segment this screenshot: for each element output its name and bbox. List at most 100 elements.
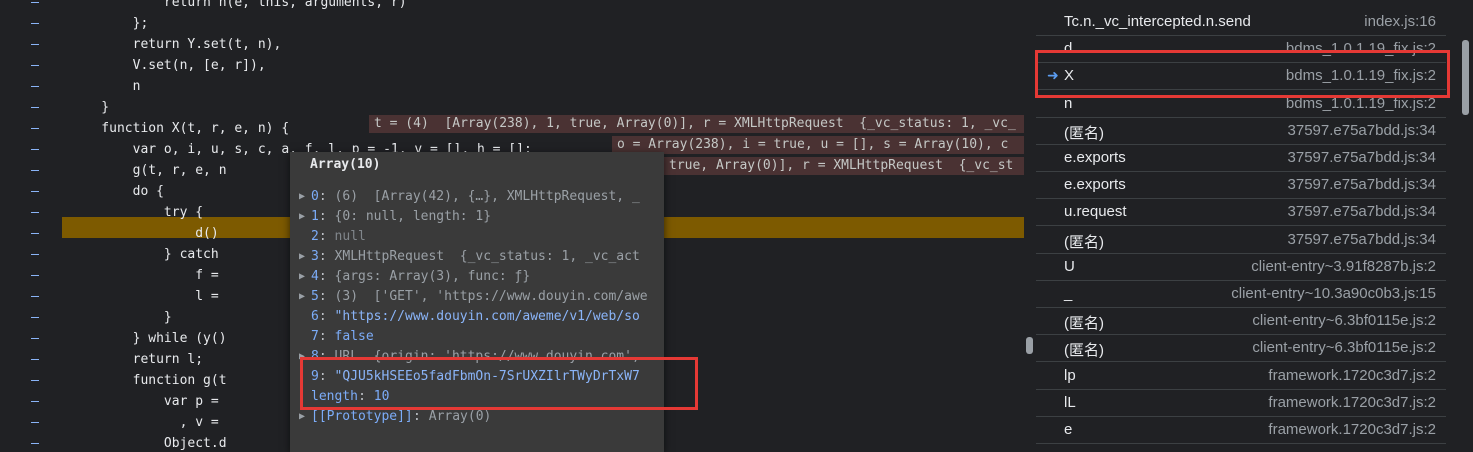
inline-value-x-vars: o = Array(238), i = true, u = [], s = Ar…	[612, 136, 1024, 154]
gutter-marker[interactable]	[31, 233, 39, 234]
gutter-marker[interactable]	[31, 359, 39, 360]
gutter-marker[interactable]	[31, 191, 39, 192]
call-frame-6[interactable]: e.exports 37597.e75a7bdd.js:34	[1036, 171, 1446, 199]
frame-location-link[interactable]: index.js:16	[1364, 13, 1436, 30]
expand-triangle-icon[interactable]: ▶	[299, 287, 305, 307]
call-frame-0[interactable]: Tc.n._vc_intercepted.n.send index.js:16	[1036, 8, 1446, 36]
frame-location-link[interactable]: framework.1720c3d7.js:2	[1268, 421, 1436, 438]
expand-triangle-icon[interactable]: ▶	[299, 187, 305, 207]
code-line: l =	[70, 289, 219, 304]
code-line: };	[70, 16, 149, 31]
popover-row-3[interactable]: ▶ 3: XMLHttpRequest {_vc_status: 1, _vc_ac…	[290, 247, 662, 267]
code-line: n	[70, 79, 141, 94]
property-colon: :	[318, 269, 327, 284]
call-frame-12[interactable]: (匿名) client-entry~6.3bf0115e.js:2	[1036, 334, 1446, 362]
property-value: XMLHttpRequest {_vc_status: 1, _vc_act	[334, 249, 640, 264]
call-frame-14[interactable]: lL framework.1720c3d7.js:2	[1036, 389, 1446, 417]
gutter-marker[interactable]	[31, 149, 39, 150]
frame-function-name: lp	[1064, 367, 1076, 384]
gutter-marker[interactable]	[31, 86, 39, 87]
call-frame-8[interactable]: (匿名) 37597.e75a7bdd.js:34	[1036, 226, 1446, 254]
code-line: function g(t	[70, 373, 227, 388]
property-key: 4	[311, 269, 319, 284]
frame-function-name: u.request	[1064, 203, 1127, 220]
code-line: return Y.set(t, n),	[70, 37, 282, 52]
code-line: var p =	[70, 394, 219, 409]
annotation-box-frame-x	[1035, 50, 1450, 98]
code-line: }	[70, 310, 172, 325]
code-line: f =	[70, 268, 219, 283]
frame-location-link[interactable]: 37597.e75a7bdd.js:34	[1288, 231, 1436, 248]
frame-function-name: lL	[1064, 394, 1076, 411]
property-key: 6	[311, 309, 319, 324]
call-frame-5[interactable]: e.exports 37597.e75a7bdd.js:34	[1036, 144, 1446, 172]
gutter-marker[interactable]	[31, 317, 39, 318]
expand-triangle-icon[interactable]: ▶	[299, 407, 305, 427]
gutter-marker[interactable]	[31, 2, 39, 3]
code-line: d()	[70, 226, 219, 241]
gutter-marker[interactable]	[31, 401, 39, 402]
frame-location-link[interactable]: 37597.e75a7bdd.js:34	[1288, 149, 1436, 166]
call-stack-scrollbar-thumb[interactable]	[1462, 40, 1469, 115]
expand-triangle-icon[interactable]: ▶	[299, 207, 305, 227]
gutter-marker[interactable]	[31, 107, 39, 108]
gutter-marker[interactable]	[31, 170, 39, 171]
frame-location-link[interactable]: framework.1720c3d7.js:2	[1268, 367, 1436, 384]
frame-function-name: _	[1064, 285, 1073, 302]
property-key: 1	[311, 209, 319, 224]
expand-triangle-icon[interactable]: ▶	[299, 267, 305, 287]
frame-function-name: e.exports	[1064, 176, 1126, 193]
gutter-marker[interactable]	[31, 254, 39, 255]
code-line: return l;	[70, 352, 204, 367]
gutter-marker[interactable]	[31, 212, 39, 213]
call-frame-10[interactable]: _ client-entry~10.3a90c0b3.js:15	[1036, 280, 1446, 308]
frame-location-link[interactable]: client-entry~6.3bf0115e.js:2	[1252, 312, 1436, 329]
frame-location-link[interactable]: 37597.e75a7bdd.js:34	[1288, 176, 1436, 193]
popover-row-0[interactable]: ▶ 0: (6) [Array(42), {…}, XMLHttpRequest, …	[290, 187, 662, 207]
gutter-marker[interactable]	[31, 275, 39, 276]
gutter-marker[interactable]	[31, 296, 39, 297]
property-colon: :	[318, 209, 327, 224]
gutter-marker[interactable]	[31, 443, 39, 444]
call-frame-15[interactable]: e framework.1720c3d7.js:2	[1036, 416, 1446, 444]
inline-value-g-args: true, Array(0)], r = XMLHttpRequest {_vc…	[664, 157, 1024, 175]
code-line: Object.d	[70, 436, 227, 451]
property-value: null	[334, 229, 366, 244]
popover-row-prototype[interactable]: ▶ [[Prototype]]: Array(0)	[290, 407, 662, 427]
frame-location-link[interactable]: client-entry~6.3bf0115e.js:2	[1252, 339, 1436, 356]
property-key: 3	[311, 249, 319, 264]
gutter-marker[interactable]	[31, 338, 39, 339]
call-frame-13[interactable]: lp framework.1720c3d7.js:2	[1036, 362, 1446, 390]
popover-row-4[interactable]: ▶ 4: {args: Array(3), func: ƒ}	[290, 267, 662, 287]
property-value: "https://www.douyin.com/aweme/v1/web/so	[334, 309, 640, 324]
property-value: (3) ['GET', 'https://www.douyin.com/awe	[334, 289, 648, 304]
call-frame-11[interactable]: (匿名) client-entry~6.3bf0115e.js:2	[1036, 307, 1446, 335]
code-line: do {	[70, 184, 164, 199]
gutter-marker[interactable]	[31, 128, 39, 129]
popover-row-1[interactable]: ▶ 1: {0: null, length: 1}	[290, 207, 662, 227]
frame-location-link[interactable]: framework.1720c3d7.js:2	[1268, 394, 1436, 411]
frame-location-link[interactable]: client-entry~3.91f8287b.js:2	[1251, 258, 1436, 275]
property-value: false	[334, 329, 374, 344]
popover-row-5[interactable]: ▶ 5: (3) ['GET', 'https://www.douyin.com/a…	[290, 287, 662, 307]
frame-location-link[interactable]: 37597.e75a7bdd.js:34	[1288, 203, 1436, 220]
call-frame-7[interactable]: u.request 37597.e75a7bdd.js:34	[1036, 198, 1446, 226]
call-frame-4[interactable]: (匿名) 37597.e75a7bdd.js:34	[1036, 117, 1446, 145]
editor-scrollbar-thumb[interactable]	[1026, 337, 1033, 354]
call-frame-9[interactable]: Uclient-entry~3.91f8287b.js:2	[1036, 253, 1446, 281]
code-line: V.set(n, [e, r]),	[70, 58, 266, 73]
gutter-marker[interactable]	[31, 65, 39, 66]
gutter-marker[interactable]	[31, 44, 39, 45]
property-colon: :	[318, 229, 327, 244]
inline-value-x-args: t = (4) [Array(238), 1, true, Array(0)],…	[369, 115, 1024, 133]
gutter-marker[interactable]	[31, 23, 39, 24]
property-key: 0	[311, 189, 319, 204]
property-value: Array(0)	[428, 409, 492, 424]
frame-location-link[interactable]: client-entry~10.3a90c0b3.js:15	[1231, 285, 1436, 302]
code-line: g(t, r, e, n	[70, 163, 227, 178]
gutter-marker[interactable]	[31, 422, 39, 423]
gutter-marker[interactable]	[31, 380, 39, 381]
annotation-box-item-9	[300, 357, 698, 410]
expand-triangle-icon[interactable]: ▶	[299, 247, 305, 267]
frame-location-link[interactable]: 37597.e75a7bdd.js:34	[1288, 122, 1436, 139]
